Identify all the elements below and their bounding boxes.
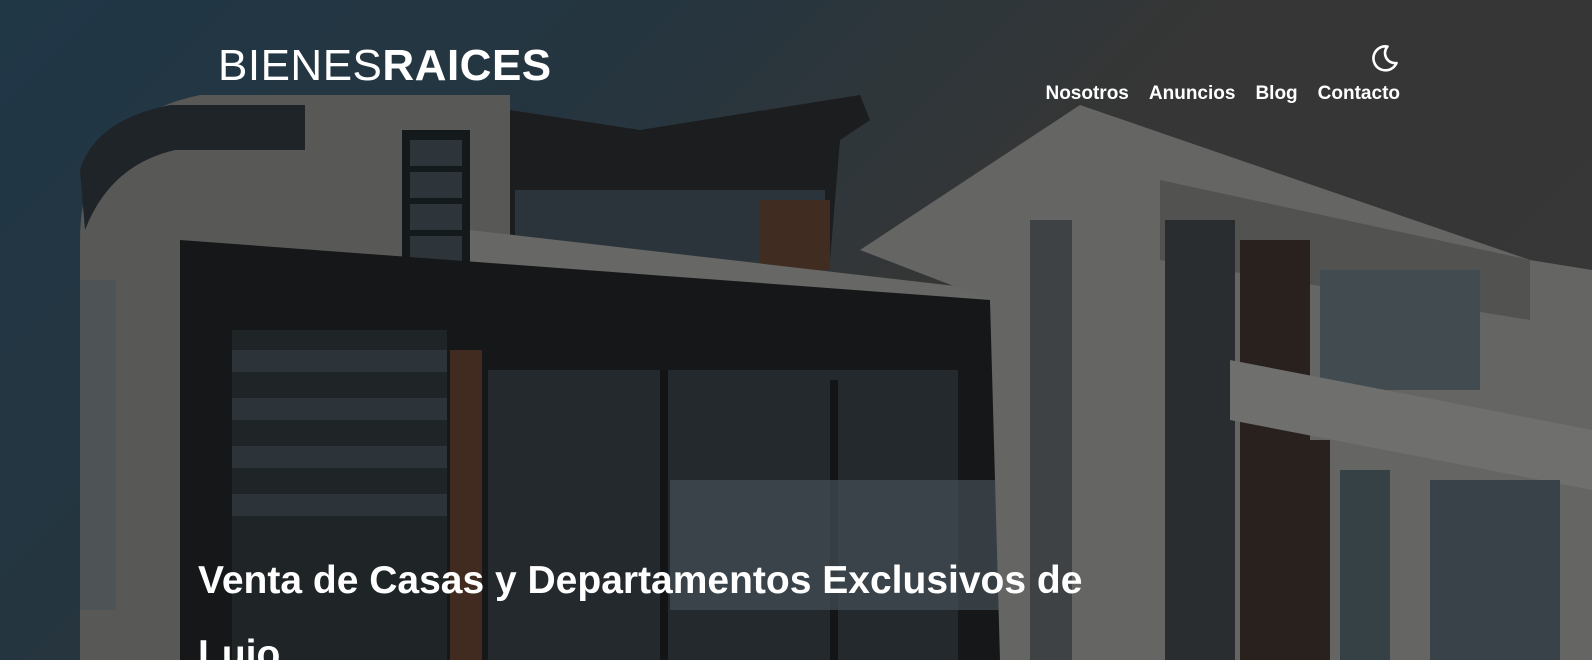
- hero-headline: Venta de Casas y Departamentos Exclusivo…: [198, 559, 1083, 660]
- moon-icon[interactable]: [1368, 42, 1400, 74]
- logo-bold-text: RAICES: [382, 41, 552, 90]
- main-navigation: Nosotros Anuncios Blog Contacto: [1045, 82, 1400, 106]
- nav-link-contacto[interactable]: Contacto: [1318, 82, 1400, 106]
- site-header: BIENESRAICES Nosotros Anuncios Blog Cont…: [0, 0, 1592, 120]
- nav-link-nosotros[interactable]: Nosotros: [1045, 82, 1128, 106]
- logo-light-text: BIENES: [218, 41, 383, 90]
- hero-section: BIENESRAICES Nosotros Anuncios Blog Cont…: [0, 0, 1592, 660]
- nav-link-anuncios[interactable]: Anuncios: [1149, 82, 1236, 106]
- site-logo[interactable]: BIENESRAICES: [218, 44, 552, 88]
- nav-link-blog[interactable]: Blog: [1255, 82, 1297, 106]
